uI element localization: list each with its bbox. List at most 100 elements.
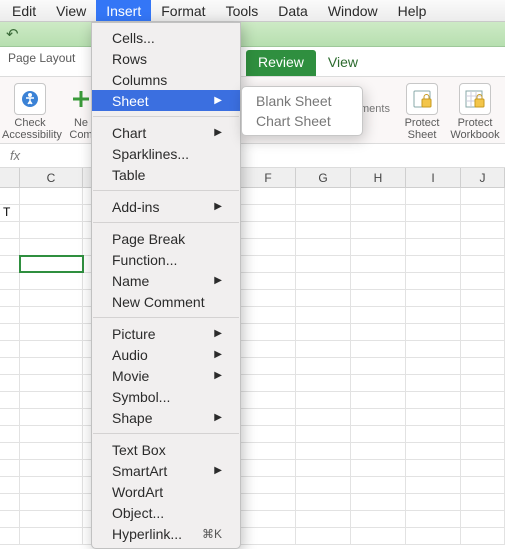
cell[interactable] bbox=[296, 511, 351, 527]
cell[interactable] bbox=[406, 222, 461, 238]
cell[interactable] bbox=[0, 256, 20, 272]
cell[interactable] bbox=[296, 528, 351, 544]
cell[interactable] bbox=[0, 341, 20, 357]
cell[interactable] bbox=[296, 188, 351, 204]
cell[interactable] bbox=[241, 494, 296, 510]
menu-item-symbol-[interactable]: Symbol... bbox=[92, 386, 240, 407]
cell[interactable] bbox=[461, 460, 505, 476]
menu-item-audio[interactable]: Audio▶ bbox=[92, 344, 240, 365]
cell[interactable] bbox=[296, 460, 351, 476]
cell[interactable] bbox=[406, 341, 461, 357]
cell[interactable] bbox=[20, 324, 83, 340]
cell[interactable] bbox=[461, 290, 505, 306]
menu-item-table[interactable]: Table bbox=[92, 164, 240, 185]
cell[interactable] bbox=[461, 375, 505, 391]
cell[interactable] bbox=[406, 358, 461, 374]
submenu-item-blank-sheet[interactable]: Blank Sheet bbox=[242, 91, 362, 111]
page-layout-label[interactable]: Page Layout bbox=[0, 47, 83, 69]
cell[interactable] bbox=[241, 290, 296, 306]
cell[interactable] bbox=[20, 307, 83, 323]
cell[interactable] bbox=[241, 256, 296, 272]
cell[interactable] bbox=[20, 239, 83, 255]
column-header[interactable]: I bbox=[406, 168, 461, 187]
cell[interactable]: T bbox=[0, 205, 20, 221]
cell[interactable] bbox=[351, 494, 406, 510]
cell[interactable] bbox=[0, 273, 20, 289]
spreadsheet-grid[interactable]: CFGHIJ T bbox=[0, 168, 505, 526]
cell[interactable] bbox=[461, 324, 505, 340]
menu-insert[interactable]: Insert bbox=[96, 0, 151, 21]
menu-item-rows[interactable]: Rows bbox=[92, 48, 240, 69]
cell[interactable] bbox=[0, 290, 20, 306]
cell[interactable] bbox=[0, 307, 20, 323]
cell[interactable] bbox=[241, 392, 296, 408]
cell[interactable] bbox=[351, 341, 406, 357]
menu-item-add-ins[interactable]: Add-ins▶ bbox=[92, 196, 240, 217]
cell[interactable] bbox=[351, 239, 406, 255]
formula-bar[interactable]: fx bbox=[0, 144, 505, 168]
cell[interactable] bbox=[241, 341, 296, 357]
cell[interactable] bbox=[241, 324, 296, 340]
menu-item-page-break[interactable]: Page Break bbox=[92, 228, 240, 249]
menu-item-shape[interactable]: Shape▶ bbox=[92, 407, 240, 428]
menu-data[interactable]: Data bbox=[268, 0, 318, 21]
column-header[interactable] bbox=[0, 168, 20, 187]
menu-item-new-comment[interactable]: New Comment bbox=[92, 291, 240, 312]
cell[interactable] bbox=[241, 511, 296, 527]
cell[interactable] bbox=[0, 324, 20, 340]
menu-item-smartart[interactable]: SmartArt▶ bbox=[92, 460, 240, 481]
cell[interactable] bbox=[296, 443, 351, 459]
cell[interactable] bbox=[0, 528, 20, 544]
menu-item-function-[interactable]: Function... bbox=[92, 249, 240, 270]
menu-help[interactable]: Help bbox=[388, 0, 437, 21]
cell[interactable] bbox=[241, 477, 296, 493]
cell[interactable] bbox=[351, 392, 406, 408]
cell[interactable] bbox=[461, 205, 505, 221]
cell[interactable] bbox=[20, 358, 83, 374]
menu-item-cells-[interactable]: Cells... bbox=[92, 27, 240, 48]
cell[interactable] bbox=[406, 528, 461, 544]
cell[interactable] bbox=[461, 273, 505, 289]
cell[interactable] bbox=[296, 256, 351, 272]
cell[interactable] bbox=[406, 188, 461, 204]
menu-item-wordart[interactable]: WordArt bbox=[92, 481, 240, 502]
cell[interactable] bbox=[351, 477, 406, 493]
column-header[interactable]: G bbox=[296, 168, 351, 187]
cell[interactable] bbox=[351, 511, 406, 527]
menu-view[interactable]: View bbox=[46, 0, 96, 21]
cell[interactable] bbox=[406, 290, 461, 306]
cell[interactable] bbox=[461, 392, 505, 408]
cell[interactable] bbox=[241, 273, 296, 289]
menu-format[interactable]: Format bbox=[151, 0, 215, 21]
cell[interactable] bbox=[461, 528, 505, 544]
cell[interactable] bbox=[0, 426, 20, 442]
menu-window[interactable]: Window bbox=[318, 0, 388, 21]
submenu-item-chart-sheet[interactable]: Chart Sheet bbox=[242, 111, 362, 131]
cell[interactable] bbox=[296, 477, 351, 493]
cell[interactable] bbox=[296, 426, 351, 442]
cell[interactable] bbox=[0, 392, 20, 408]
tab-view[interactable]: View bbox=[316, 50, 370, 76]
cell[interactable] bbox=[351, 409, 406, 425]
cell[interactable] bbox=[351, 375, 406, 391]
column-header[interactable]: J bbox=[461, 168, 505, 187]
cell[interactable] bbox=[406, 409, 461, 425]
cell[interactable] bbox=[0, 443, 20, 459]
cell[interactable] bbox=[461, 188, 505, 204]
cell[interactable] bbox=[461, 409, 505, 425]
cell[interactable] bbox=[20, 290, 83, 306]
cell[interactable] bbox=[20, 409, 83, 425]
cell[interactable] bbox=[406, 511, 461, 527]
cell[interactable] bbox=[461, 358, 505, 374]
cell[interactable] bbox=[296, 392, 351, 408]
cell[interactable] bbox=[0, 375, 20, 391]
cell[interactable] bbox=[296, 273, 351, 289]
cell[interactable] bbox=[406, 205, 461, 221]
cell[interactable] bbox=[296, 409, 351, 425]
cell[interactable] bbox=[241, 460, 296, 476]
cell[interactable] bbox=[0, 409, 20, 425]
cell[interactable] bbox=[296, 239, 351, 255]
menu-item-hyperlink-[interactable]: Hyperlink...⌘K bbox=[92, 523, 240, 544]
column-header[interactable]: F bbox=[241, 168, 296, 187]
cell[interactable] bbox=[241, 239, 296, 255]
